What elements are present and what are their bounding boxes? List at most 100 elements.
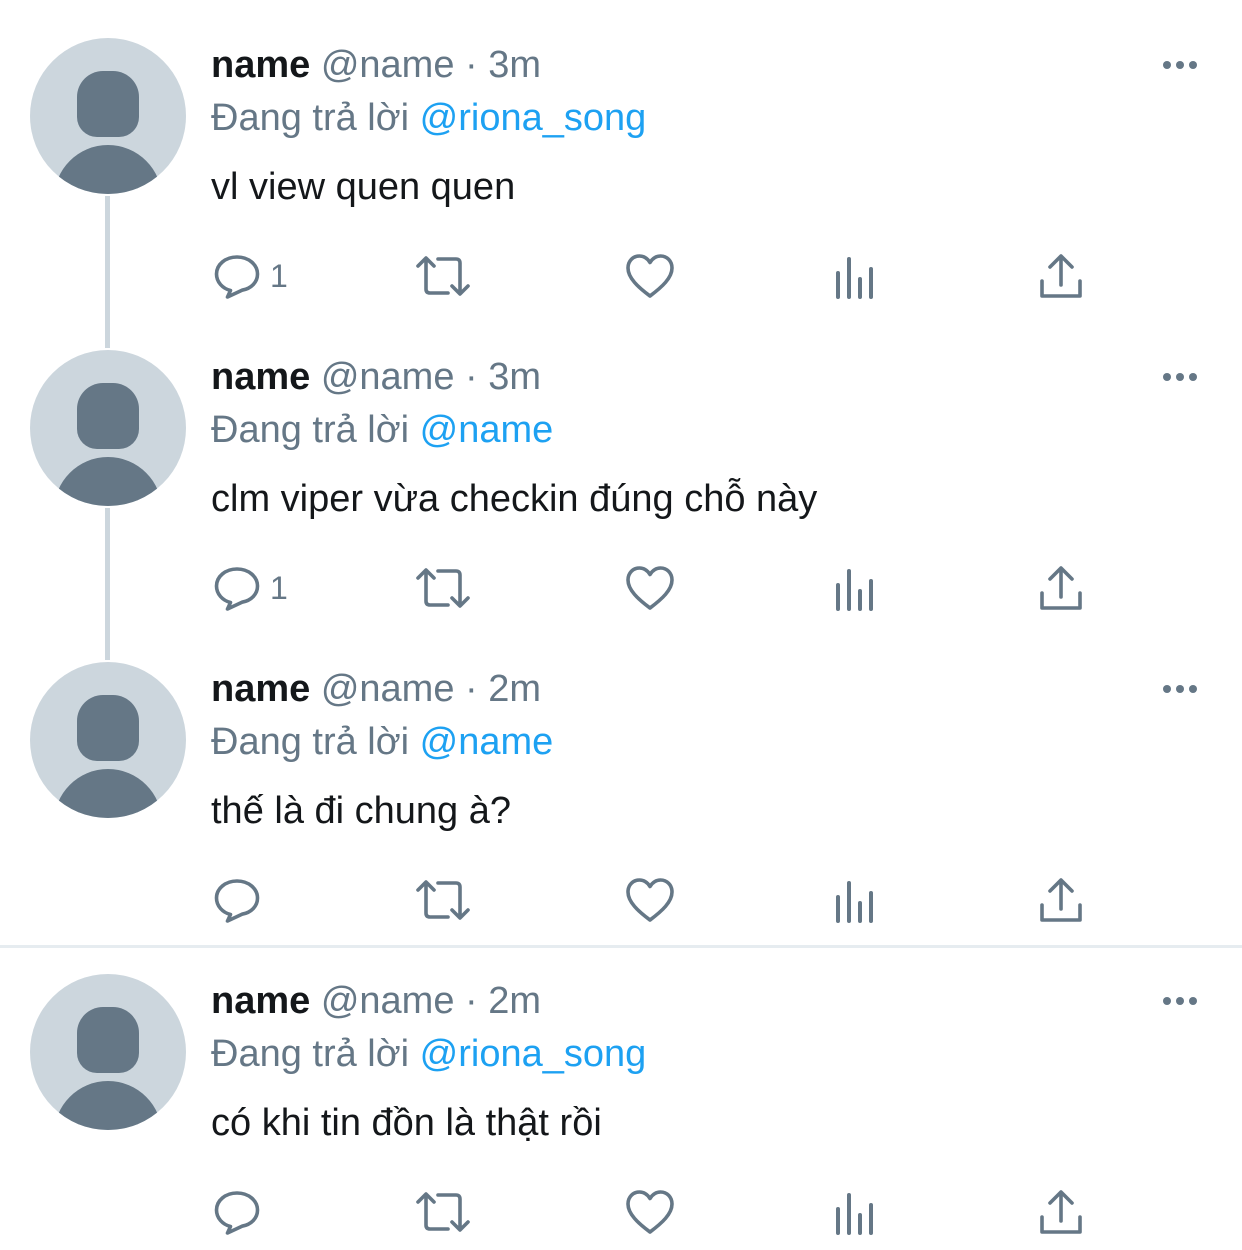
replying-to-label: Đang trả lời (211, 1033, 420, 1075)
share-button[interactable] (1038, 1184, 1084, 1240)
avatar-body (54, 457, 162, 506)
action-bar (0, 1184, 1242, 1240)
avatar[interactable] (30, 350, 186, 506)
avatar-body (54, 145, 162, 194)
tweet-header: name @name · 3m (211, 354, 541, 400)
avatar-head (77, 71, 139, 137)
share-icon (1040, 878, 1082, 922)
avatar-head (77, 695, 139, 761)
like-button[interactable] (624, 248, 676, 304)
like-icon (626, 878, 674, 922)
user-handle[interactable]: @name (321, 44, 455, 86)
reply-button[interactable] (212, 1184, 270, 1240)
retweet-icon (416, 1192, 470, 1232)
share-icon (1040, 254, 1082, 298)
views-button[interactable] (834, 560, 878, 616)
retweet-icon (416, 568, 470, 608)
more-options-icon[interactable] (1156, 50, 1204, 80)
views-icon (836, 257, 873, 299)
retweet-icon (416, 880, 470, 920)
tweet-text: có khi tin đồn là thật rồi (211, 1102, 602, 1144)
separator: · (454, 44, 489, 86)
tweet-header: name @name · 2m (211, 666, 541, 712)
user-handle[interactable]: @name (321, 980, 455, 1022)
tweet[interactable]: name @name · 3m Đang trả lời @riona_song… (0, 0, 1242, 348)
reply-count: 1 (270, 569, 288, 606)
action-bar (0, 872, 1242, 928)
reply-icon (214, 255, 260, 299)
timestamp[interactable]: 3m (488, 44, 541, 86)
timestamp[interactable]: 3m (488, 356, 541, 398)
user-handle[interactable]: @name (321, 356, 455, 398)
retweet-button[interactable] (414, 872, 472, 928)
separator: · (454, 668, 489, 710)
avatar-body (54, 769, 162, 818)
share-button[interactable] (1038, 872, 1084, 928)
replying-to-label: Đang trả lời (211, 409, 420, 451)
tweet-header: name @name · 2m (211, 978, 541, 1024)
share-button[interactable] (1038, 560, 1084, 616)
share-icon (1040, 1190, 1082, 1234)
avatar-head (77, 1007, 139, 1073)
retweet-button[interactable] (414, 248, 472, 304)
replying-to: Đang trả lời @riona_song (211, 95, 646, 141)
display-name[interactable]: name (211, 356, 310, 398)
mention-link[interactable]: @name (420, 409, 554, 451)
mention-link[interactable]: @name (420, 721, 554, 763)
replying-to-label: Đang trả lời (211, 97, 420, 139)
tweet-text: vl view quen quen (211, 166, 516, 208)
reply-icon (214, 1191, 260, 1235)
display-name[interactable]: name (211, 980, 310, 1022)
reply-button[interactable]: 1 (212, 248, 288, 304)
retweet-button[interactable] (414, 1184, 472, 1240)
views-icon (836, 881, 873, 923)
like-button[interactable] (624, 560, 676, 616)
tweet-text: thế là đi chung à? (211, 790, 512, 832)
tweet-header: name @name · 3m (211, 42, 541, 88)
display-name[interactable]: name (211, 44, 310, 86)
user-handle[interactable]: @name (321, 668, 455, 710)
share-button[interactable] (1038, 248, 1084, 304)
avatar-head (77, 383, 139, 449)
timestamp[interactable]: 2m (488, 668, 541, 710)
views-button[interactable] (834, 248, 878, 304)
reply-button[interactable]: 1 (212, 560, 288, 616)
reply-icon (214, 879, 260, 923)
avatar[interactable] (30, 38, 186, 194)
retweet-icon (416, 256, 470, 296)
replying-to-label: Đang trả lời (211, 721, 420, 763)
action-bar: 1 (0, 248, 1242, 304)
mention-link[interactable]: @riona_song (420, 97, 647, 139)
retweet-button[interactable] (414, 560, 472, 616)
separator: · (454, 356, 489, 398)
views-icon (836, 569, 873, 611)
timestamp[interactable]: 2m (488, 980, 541, 1022)
separator: · (454, 980, 489, 1022)
display-name[interactable]: name (211, 668, 310, 710)
avatar[interactable] (30, 974, 186, 1130)
mention-link[interactable]: @riona_song (420, 1033, 647, 1075)
replying-to: Đang trả lời @name (211, 719, 553, 765)
tweet-text: clm viper vừa checkin đúng chỗ này (211, 478, 818, 520)
more-options-icon[interactable] (1156, 674, 1204, 704)
like-button[interactable] (624, 872, 676, 928)
more-options-icon[interactable] (1156, 362, 1204, 392)
views-icon (836, 1193, 873, 1235)
reply-button[interactable] (212, 872, 270, 928)
reply-count: 1 (270, 257, 288, 294)
reply-icon (214, 567, 260, 611)
tweet[interactable]: name @name · 3m Đang trả lời @name clm v… (0, 312, 1242, 660)
more-options-icon[interactable] (1156, 986, 1204, 1016)
avatar[interactable] (30, 662, 186, 818)
tweet[interactable]: name @name · 2m Đang trả lời @name thế l… (0, 624, 1242, 936)
like-icon (626, 566, 674, 610)
like-button[interactable] (624, 1184, 676, 1240)
views-button[interactable] (834, 1184, 878, 1240)
like-icon (626, 254, 674, 298)
action-bar: 1 (0, 560, 1242, 616)
tweet[interactable]: name @name · 2m Đang trả lời @riona_song… (0, 936, 1242, 1248)
avatar-body (54, 1081, 162, 1130)
share-icon (1040, 566, 1082, 610)
replying-to: Đang trả lời @name (211, 407, 553, 453)
views-button[interactable] (834, 872, 878, 928)
